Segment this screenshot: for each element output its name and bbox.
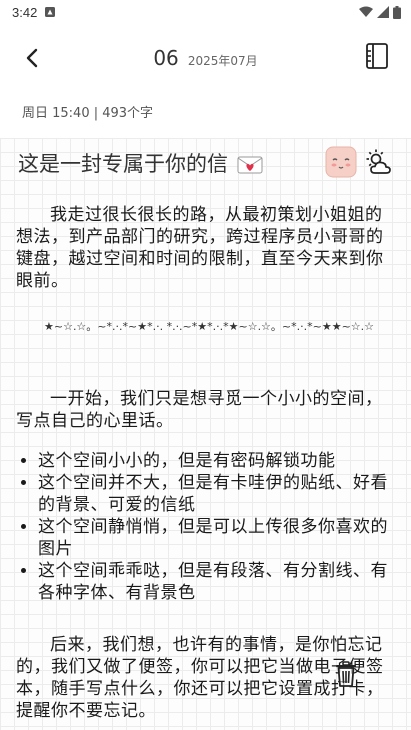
bullet-item: 这个空间乖乖哒，但是有段落、有分割线、有各种字体、有背景色 <box>38 560 396 604</box>
bullet-item: 这个空间静悄悄，但是可以上传很多你喜欢的图片 <box>38 516 396 560</box>
note-paper[interactable]: 这是一封专属于你的信 我走过很长很长的路，从最初策划小姐姐的想法，到产品部门的研… <box>0 138 411 730</box>
blush-face-sticker-icon[interactable] <box>325 146 357 178</box>
date-title: 06 2025年07月 <box>0 46 411 70</box>
note-title-text: 这是一封专属于你的信 <box>18 152 228 176</box>
partly-cloudy-icon[interactable] <box>365 148 393 176</box>
bullet-list: 这个空间小小的，但是有密码解锁功能 这个空间并不大，但是有卡哇伊的贴纸、好看的背… <box>16 450 396 604</box>
battery-icon <box>393 5 401 19</box>
notification-icon <box>45 7 56 17</box>
trash-icon[interactable] <box>332 660 360 688</box>
title-year-month: 2025年07月 <box>187 54 258 68</box>
love-letter-icon <box>237 156 263 174</box>
bullet-item: 这个空间小小的，但是有密码解锁功能 <box>38 450 396 472</box>
note-title[interactable]: 这是一封专属于你的信 <box>18 148 263 178</box>
book-icon[interactable] <box>365 42 389 70</box>
note-meta: 周日 15:40 | 493个字 <box>22 106 154 121</box>
signal-icon <box>377 6 389 18</box>
bullet-item: 这个空间并不大，但是有卡哇伊的贴纸、好看的背景、可爱的信纸 <box>38 472 396 516</box>
paragraph-2: 一开始，我们只是想寻觅一个小小的空间，写点自己的心里话。 <box>16 389 383 431</box>
wifi-icon <box>359 6 373 17</box>
note-body[interactable]: 我走过很长很长的路，从最初策划小姐姐的想法，到产品部门的研究，跨过程序员小哥哥的… <box>16 204 396 722</box>
status-right <box>359 5 401 19</box>
status-bar: 3:42 <box>0 0 411 24</box>
decorative-divider: ★~☆.☆。~*.·.*~★*.·. *.·.~*★*.·.*★~☆.☆。~*.… <box>44 320 375 333</box>
title-day: 06 <box>153 46 179 70</box>
status-left: 3:42 <box>12 4 56 20</box>
paragraph-1: 我走过很长很长的路，从最初策划小姐姐的想法，到产品部门的研究，跨过程序员小哥哥的… <box>16 205 384 291</box>
status-time: 3:42 <box>12 4 38 20</box>
app-bar: 06 2025年07月 <box>0 36 411 80</box>
